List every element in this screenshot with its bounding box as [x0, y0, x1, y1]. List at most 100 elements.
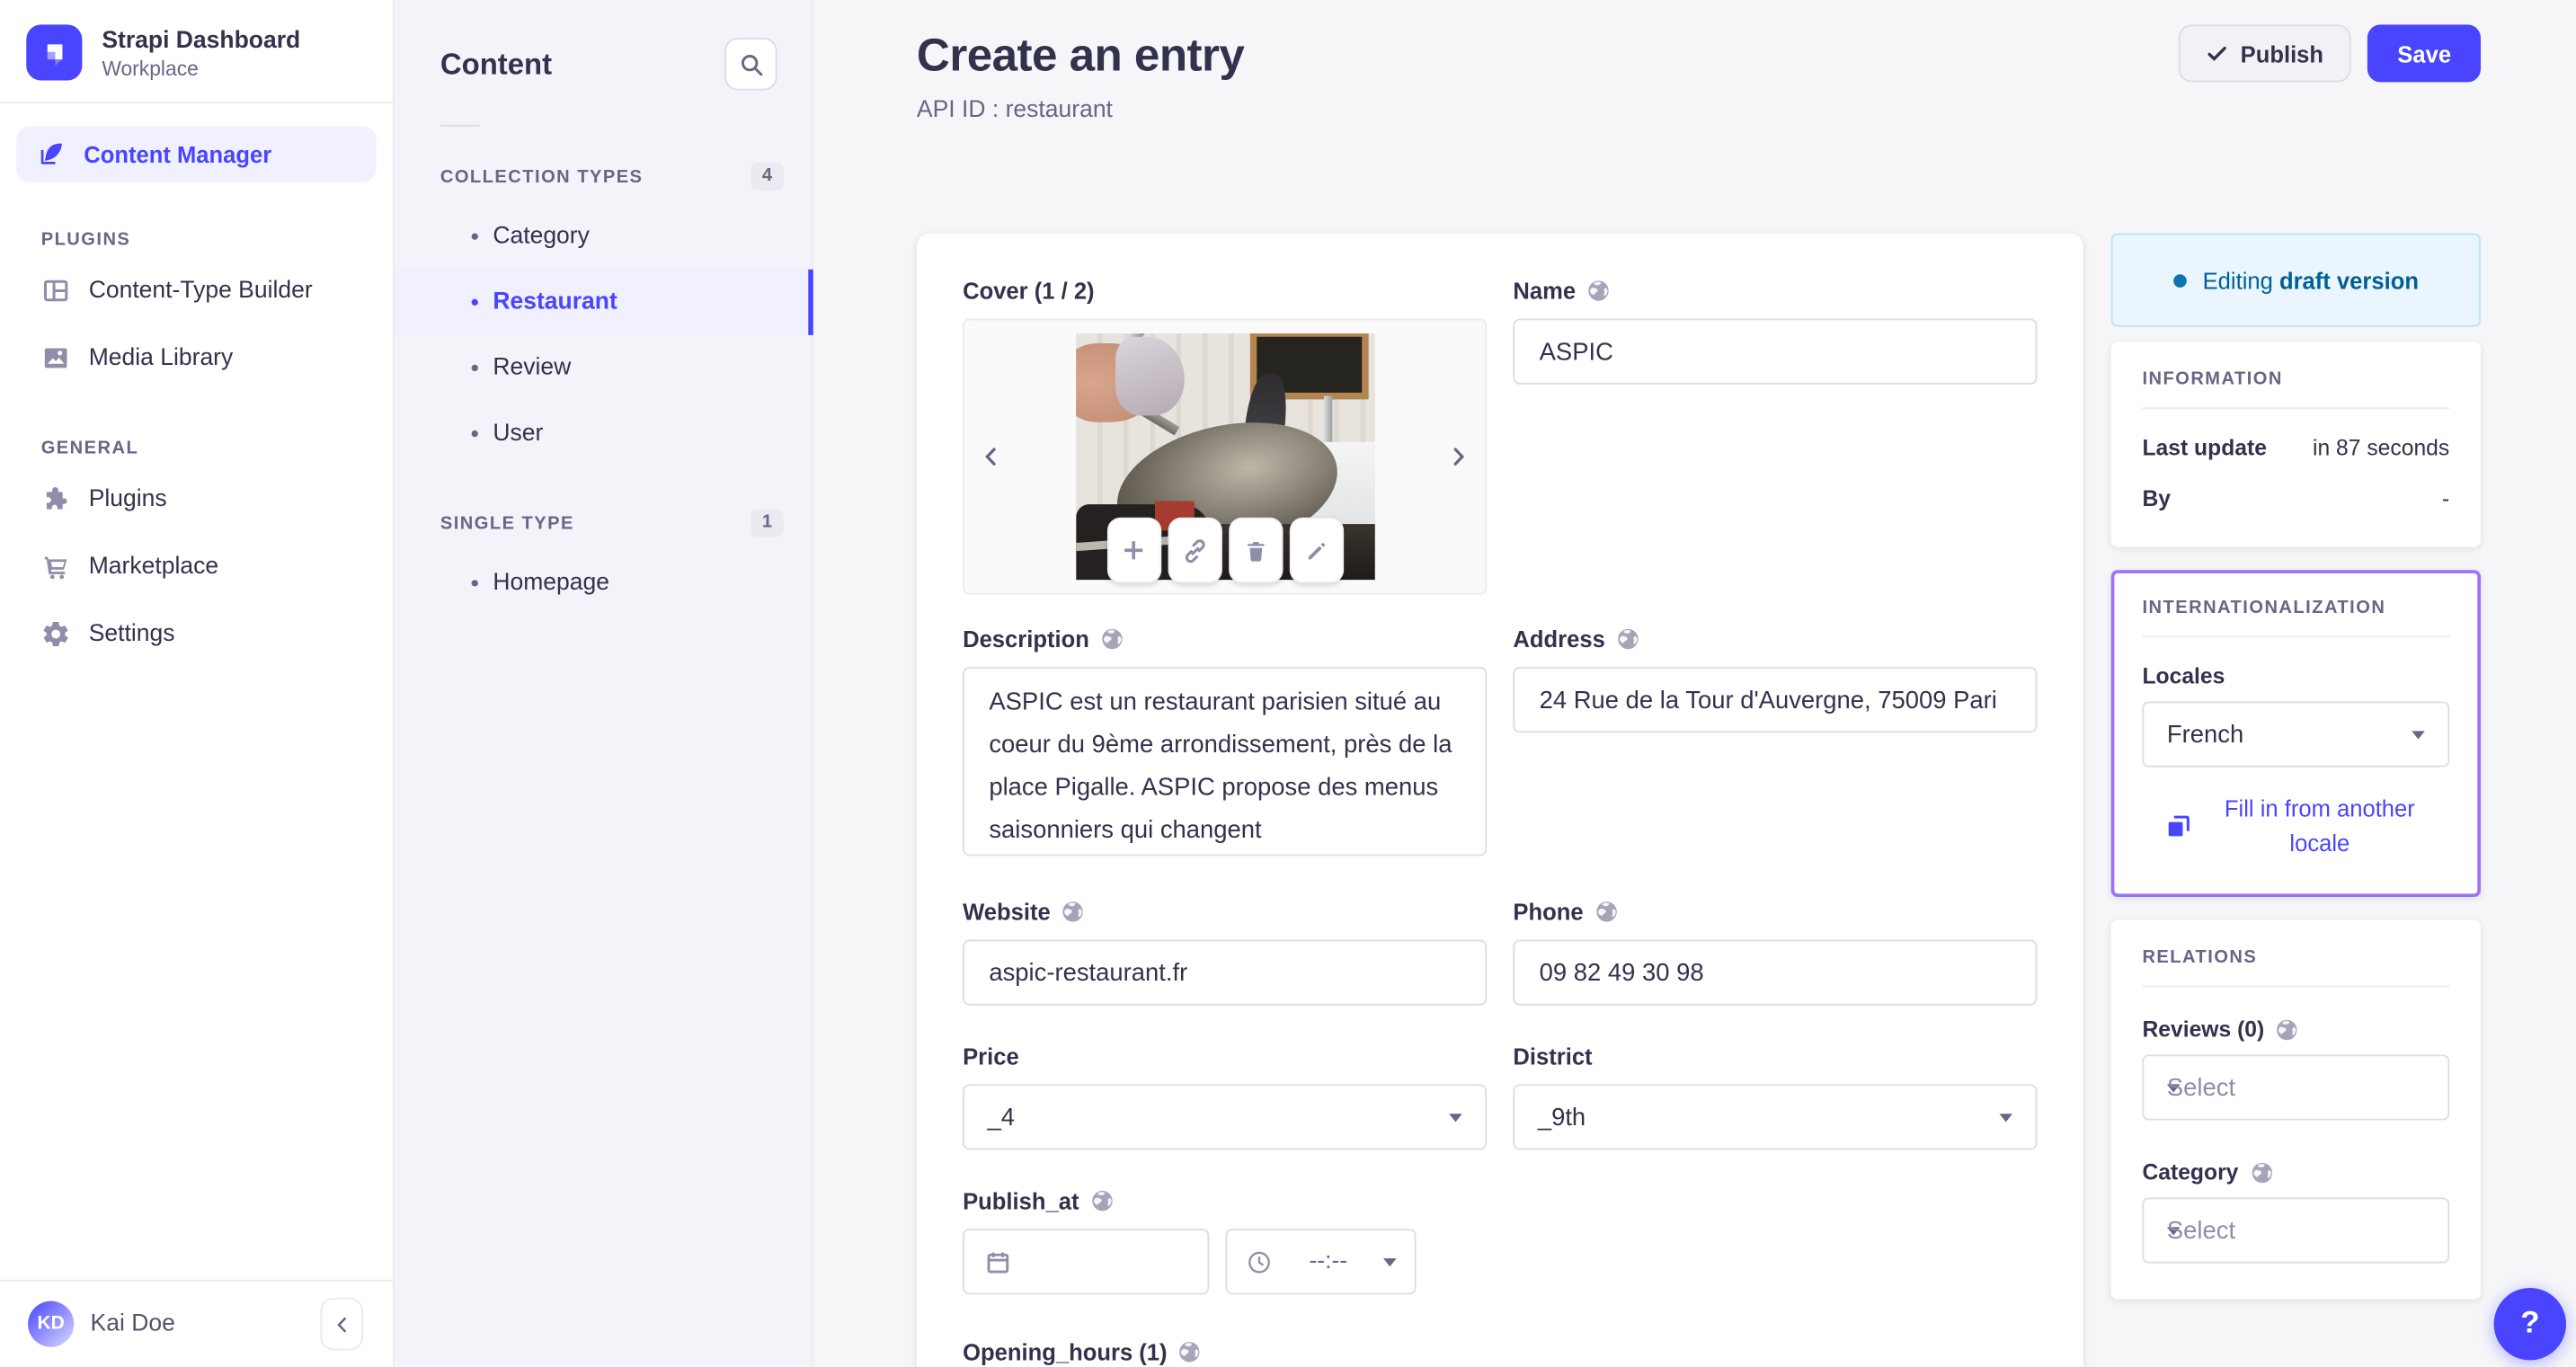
field-price: Price _4 [963, 1042, 1488, 1150]
by-row: By - [2142, 486, 2450, 511]
chevron-down-icon [2412, 730, 2425, 739]
pencil-icon [1307, 542, 1325, 559]
price-label: Price [963, 1043, 1019, 1070]
publish-date-input[interactable] [963, 1229, 1210, 1295]
single-type-heading: SINGLE TYPE [440, 513, 574, 534]
subnav-item-review[interactable]: Review [395, 335, 812, 401]
api-id-subtitle: API ID : restaurant [916, 96, 1113, 124]
globe-icon [1091, 1190, 1113, 1212]
sidebar-item-settings[interactable]: Settings [0, 599, 393, 667]
relations-heading: RELATIONS [2142, 947, 2258, 968]
information-card: INFORMATION Last update in 87 seconds By… [2110, 342, 2481, 547]
publish-time-select[interactable]: --:-- [1225, 1229, 1417, 1295]
app-window: Strapi Dashboard Workplace Content Manag… [0, 0, 2576, 1367]
picture-icon [41, 342, 71, 372]
carousel-previous-button[interactable] [981, 446, 1002, 467]
draft-text: Editing draft version [2202, 267, 2419, 294]
field-cover: Cover (1 / 2) [963, 276, 1488, 595]
reviews-select[interactable]: Select [2142, 1054, 2450, 1121]
check-icon [2207, 46, 2226, 61]
fill-from-locale-link[interactable]: Fill in from another locale [2142, 792, 2449, 861]
cover-actions [1106, 517, 1344, 583]
carousel-next-button[interactable] [1447, 446, 1469, 467]
price-select[interactable]: _4 [963, 1084, 1488, 1150]
field-address: Address [1513, 625, 2038, 865]
delete-asset-button[interactable] [1228, 517, 1283, 583]
field-opening-hours: Opening_hours (1) [963, 1337, 1487, 1367]
edit-asset-button[interactable] [1288, 517, 1344, 583]
chevron-down-icon [1383, 1257, 1397, 1266]
globe-icon [1063, 901, 1084, 922]
information-heading: INFORMATION [2142, 369, 2283, 390]
category-select[interactable]: Select [2142, 1197, 2450, 1264]
layout-grid-icon [41, 275, 71, 305]
time-value: --:-- [1309, 1248, 1348, 1275]
chevron-down-icon [1999, 1113, 2013, 1122]
description-textarea[interactable]: ASPIC est un restaurant parisien situé a… [963, 667, 1488, 857]
subnav-item-category[interactable]: Category [395, 204, 812, 270]
sidebar-item-content-type-builder[interactable]: Content-Type Builder [0, 256, 393, 324]
plus-icon [1124, 541, 1143, 560]
field-district: District _9th [1513, 1042, 2038, 1150]
internationalization-card: INTERNATIONALIZATION Locales French Fill… [2110, 570, 2481, 897]
globe-icon [2277, 1018, 2298, 1040]
opening-hours-label: Opening_hours (1) [963, 1337, 1487, 1367]
field-website: Website [963, 897, 1488, 1006]
chevron-left-icon [985, 448, 996, 466]
help-button[interactable]: ? [2493, 1287, 2567, 1361]
subnav-item-user[interactable]: User [395, 401, 812, 466]
avatar: KD [28, 1300, 75, 1347]
cover-label: Cover (1 / 2) [963, 277, 1095, 305]
search-button[interactable] [724, 38, 777, 91]
empty-cell [1513, 1186, 2037, 1295]
locales-label: Locales [2142, 663, 2225, 688]
field-description: Description ASPIC est un restaurant pari… [963, 625, 1488, 865]
single-type-section: SINGLE TYPE 1 Homepage [395, 509, 812, 617]
trash-icon [1247, 541, 1264, 561]
brand-subtitle: Workplace [102, 57, 199, 80]
brand-title: Strapi Dashboard [102, 27, 301, 54]
shopping-cart-icon [41, 551, 71, 581]
sidebar-item-label: Plugins [88, 485, 167, 512]
publish-at-label: Publish_at [963, 1186, 1487, 1216]
district-select[interactable]: _9th [1513, 1084, 2038, 1150]
locale-select[interactable]: French [2142, 701, 2450, 768]
address-input[interactable] [1513, 667, 2038, 733]
sidebar-item-plugins[interactable]: Plugins [0, 465, 393, 532]
collapse-sidebar-button[interactable] [320, 1297, 363, 1351]
sidebar-footer: KD Kai Doe [0, 1279, 393, 1367]
globe-icon [1618, 628, 1639, 650]
save-button[interactable]: Save [2367, 24, 2481, 83]
globe-icon [1595, 901, 1617, 922]
clock-icon [1248, 1250, 1270, 1273]
add-asset-button[interactable] [1106, 517, 1161, 583]
calendar-icon [987, 1251, 1009, 1273]
divider [2142, 985, 2450, 988]
sidebar-item-content-manager[interactable]: Content Manager [16, 126, 377, 182]
field-publish-at: Publish_at --:-- [963, 1186, 1487, 1295]
main-sidebar: Strapi Dashboard Workplace Content Manag… [0, 0, 395, 1367]
sidebar-divider [0, 102, 393, 104]
header-actions: Publish Save [2178, 24, 2481, 83]
content-subnav: Content COLLECTION TYPES 4 Category Rest… [394, 0, 813, 1367]
phone-input[interactable] [1513, 939, 2038, 1006]
subnav-title: Content [440, 47, 553, 80]
relations-card: RELATIONS Reviews (0) Select Category Se… [2110, 919, 2481, 1300]
sidebar-item-marketplace[interactable]: Marketplace [0, 532, 393, 599]
sidebar-item-media-library[interactable]: Media Library [0, 324, 393, 391]
name-input[interactable] [1513, 318, 2038, 385]
divider [2142, 635, 2450, 638]
website-input[interactable] [963, 939, 1488, 1006]
field-phone: Phone [1513, 897, 2038, 1006]
brand-text: Strapi Dashboard Workplace [102, 25, 300, 79]
sidebar-item-label: Content Manager [84, 141, 272, 168]
subnav-divider [440, 124, 480, 127]
subnav-item-restaurant[interactable]: Restaurant [394, 269, 813, 335]
category-label: Category [2142, 1159, 2449, 1185]
subnav-item-homepage[interactable]: Homepage [395, 550, 812, 616]
chevron-right-icon [1453, 448, 1465, 466]
collection-types-count-badge: 4 [751, 162, 784, 191]
draft-status-banner: Editing draft version [2110, 233, 2481, 327]
copy-link-button[interactable] [1167, 517, 1221, 583]
publish-button[interactable]: Publish [2178, 24, 2352, 83]
